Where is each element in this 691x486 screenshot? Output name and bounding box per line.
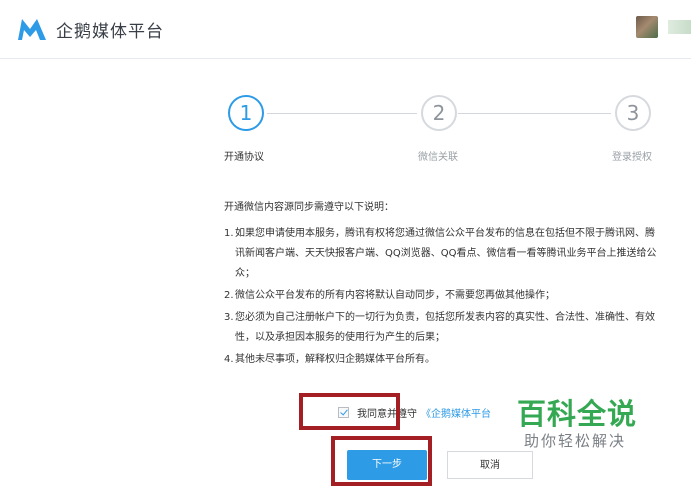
step-1-label: 开通协议: [224, 152, 264, 163]
agreement-item: 2. 微信公众平台发布的所有内容将默认自动同步，不需要您再做其他操作；: [224, 286, 664, 306]
agreement-item-text: 您必须为自己注册帐户下的一切行为负责，包括您所发表内容的真实性、合法性、准确性、…: [235, 312, 655, 343]
step-connector-1: [267, 113, 417, 114]
watermark-subtitle: 助你轻松解决: [524, 432, 627, 450]
user-avatar-icon[interactable]: [636, 16, 658, 38]
agreement-item-text: 微信公众平台发布的所有内容将默认自动同步，不需要您再做其他操作；: [235, 290, 555, 301]
brand-name[interactable]: 企鹅媒体平台: [56, 17, 164, 42]
step-2-label: 微信关联: [418, 152, 458, 163]
agreement-item-number: 2.: [224, 290, 234, 301]
highlight-agree-box: [299, 393, 400, 430]
agreement-item-number: 3.: [224, 312, 234, 323]
agreement-intro: 开通微信内容源同步需遵守以下说明：: [224, 202, 394, 213]
agreement-item-text: 如果您申请使用本服务，腾讯有权将您通过微信公众平台发布的信息在包括但不限于腾讯网…: [235, 228, 657, 279]
agreement-item-text: 其他未尽事项，解释权归企鹅媒体平台所有。: [235, 354, 435, 365]
highlight-next-box: [331, 436, 432, 486]
cancel-button[interactable]: 取消: [447, 451, 533, 479]
top-bar: 企鹅媒体平台: [0, 0, 691, 59]
step-3-circle: 3: [615, 95, 651, 131]
penguin-media-logo-icon[interactable]: [16, 16, 48, 42]
step-connector-2: [458, 113, 611, 114]
agreement-item-number: 4.: [224, 354, 234, 365]
step-1-circle: 1: [228, 95, 264, 131]
watermark-title: 百科全说: [517, 397, 638, 431]
agreement-text: 开通微信内容源同步需遵守以下说明： 1. 如果您申请使用本服务，腾讯有权将您通过…: [224, 200, 664, 372]
step-2-circle: 2: [421, 95, 457, 131]
step-3-label: 登录授权: [612, 152, 652, 163]
agreement-item: 3. 您必须为自己注册帐户下的一切行为负责，包括您所发表内容的真实性、合法性、准…: [224, 308, 664, 348]
user-name-blurred[interactable]: [668, 20, 691, 34]
agreement-item: 4. 其他未尽事项，解释权归企鹅媒体平台所有。: [224, 350, 664, 370]
agreement-item: 1. 如果您申请使用本服务，腾讯有权将您通过微信公众平台发布的信息在包括但不限于…: [224, 224, 664, 284]
agreement-item-number: 1.: [224, 228, 234, 239]
agreement-link[interactable]: 《企鹅媒体平台: [421, 405, 491, 420]
